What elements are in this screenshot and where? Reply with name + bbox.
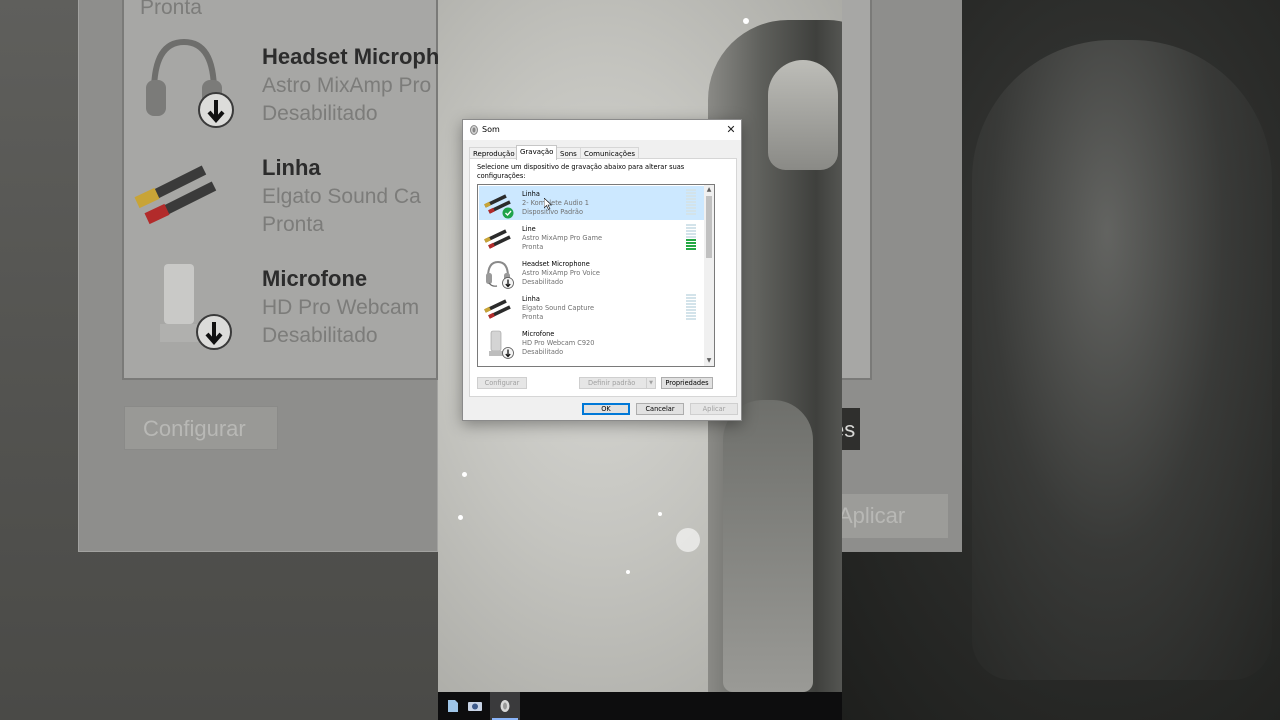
taskbar-sound-icon[interactable] <box>490 692 520 720</box>
device-name: Headset Microphone <box>522 260 590 268</box>
ghost-row-3: Microfone HD Pro Webcam Desabilitado <box>262 266 438 348</box>
taskbar-camera-icon[interactable] <box>460 692 490 720</box>
ghost-device-list-right <box>842 0 872 380</box>
device-name: Linha <box>522 190 540 198</box>
headset-icon <box>486 260 514 289</box>
ghost-row-2-status: Pronta <box>262 213 324 236</box>
ghost-rca-icon <box>134 150 222 238</box>
configure-button[interactable]: Configurar <box>477 377 527 389</box>
ghost-properties-fragment: es <box>842 408 860 450</box>
device-row-headset-microphone[interactable]: Headset Microphone Astro MixAmp Pro Voic… <box>479 256 704 290</box>
ghost-row-2: Linha Elgato Sound Ca Pronta <box>262 155 438 237</box>
background-left-zoom: Pronta Headset Microph Astro MixAmp Pro … <box>0 0 438 720</box>
device-name: Line <box>522 225 536 233</box>
scroll-thumb[interactable] <box>706 196 712 258</box>
ghost-row-3-status: Desabilitado <box>262 324 378 347</box>
rca-cable-icon <box>484 194 514 219</box>
device-row-linha-komplete[interactable]: Linha 2- Komplete Audio 1 Dispositivo Pa… <box>479 186 704 220</box>
device-desc: 2- Komplete Audio 1 <box>522 199 589 207</box>
device-status: Desabilitado <box>522 278 564 286</box>
instruction-text: Selecione um dispositivo de gravação aba… <box>477 163 685 180</box>
set-default-button[interactable]: Definir padrão ▼ <box>579 377 656 389</box>
tab-gravacao[interactable]: Gravação <box>516 145 558 160</box>
ghost-row-3-name: Microfone <box>262 266 368 291</box>
device-desc: Astro MixAmp Pro Game <box>522 234 603 242</box>
ghost-row-1-name: Headset Microph <box>262 44 438 69</box>
snowflake <box>676 528 700 552</box>
chevron-down-icon[interactable]: ▼ <box>646 378 655 388</box>
ghost-headset-icon <box>134 32 234 128</box>
sound-dialog: Som ✕ Reprodução Gravação Sons Comunicaç… <box>462 119 742 421</box>
ghost-top-fragment: Pronta <box>140 0 438 20</box>
device-status: Dispositivo Padrão <box>522 208 583 216</box>
level-meter <box>686 294 696 322</box>
knight-shield <box>723 400 813 692</box>
device-desc: Astro MixAmp Pro Voice <box>522 269 600 277</box>
ghost-row-1-status: Desabilitado <box>262 102 378 125</box>
ghost-row-3-desc: HD Pro Webcam <box>262 296 420 319</box>
ghost-configure-button: Configurar <box>124 406 278 450</box>
ghost-top-status: Pronta <box>140 0 202 19</box>
dialog-title: Som <box>482 125 500 134</box>
ghost-apply-fragment: Aplicar <box>842 494 948 538</box>
level-meter <box>686 189 696 217</box>
device-status: Pronta <box>522 243 544 251</box>
device-desc: Elgato Sound Capture <box>522 304 595 312</box>
ghost-row-1: Headset Microph Astro MixAmp Pro Desabil… <box>262 44 438 126</box>
device-row-linha-elgato[interactable]: Linha Elgato Sound Capture Pronta <box>479 291 704 325</box>
ghost-row-1-desc: Astro MixAmp Pro <box>262 74 432 97</box>
snowflake <box>658 512 662 516</box>
set-default-label: Definir padrão <box>588 379 636 387</box>
device-row-microfone-webcam[interactable]: Microfone HD Pro Webcam C920 Desabilitad… <box>479 326 704 360</box>
ghost-webcam-mic-icon <box>150 258 238 350</box>
ghost-row-2-desc: Elgato Sound Ca <box>262 185 421 208</box>
ghost-armor-figure <box>972 40 1272 680</box>
sound-app-icon <box>470 125 478 135</box>
device-list-scrollbar[interactable]: ▲ ▼ <box>704 185 714 366</box>
taskbar <box>438 692 842 720</box>
scroll-up-icon[interactable]: ▲ <box>704 185 714 195</box>
ok-button[interactable]: OK <box>582 403 630 415</box>
rca-cable-icon <box>484 229 511 249</box>
device-status: Pronta <box>522 313 544 321</box>
snowflake <box>458 515 463 520</box>
device-desc: HD Pro Webcam C920 <box>522 339 595 347</box>
recording-tab-panel: Selecione um dispositivo de gravação aba… <box>469 158 737 397</box>
mouse-cursor-icon <box>544 198 552 210</box>
device-status: Desabilitado <box>522 348 564 356</box>
level-meter <box>686 224 696 252</box>
cancel-button[interactable]: Cancelar <box>636 403 684 415</box>
knight-helmet <box>768 60 838 170</box>
rca-cable-icon <box>484 299 511 319</box>
default-check-icon <box>502 207 514 219</box>
ghost-row-2-name: Linha <box>262 155 321 180</box>
background-right-zoom: es Aplicar <box>842 0 1280 720</box>
snowflake <box>743 18 749 24</box>
dialog-titlebar[interactable]: Som ✕ <box>463 120 741 140</box>
webcam-mic-icon <box>489 330 514 359</box>
device-list[interactable]: Linha 2- Komplete Audio 1 Dispositivo Pa… <box>477 184 715 367</box>
properties-button[interactable]: Propriedades <box>661 377 713 389</box>
close-icon[interactable]: ✕ <box>724 123 738 137</box>
device-name: Microfone <box>522 330 555 338</box>
snowflake <box>462 472 467 477</box>
device-name: Linha <box>522 295 540 303</box>
scroll-down-icon[interactable]: ▼ <box>704 356 714 366</box>
device-row-line-astro-game[interactable]: Line Astro MixAmp Pro Game Pronta <box>479 221 704 255</box>
snowflake <box>626 570 630 574</box>
apply-button[interactable]: Aplicar <box>690 403 738 415</box>
